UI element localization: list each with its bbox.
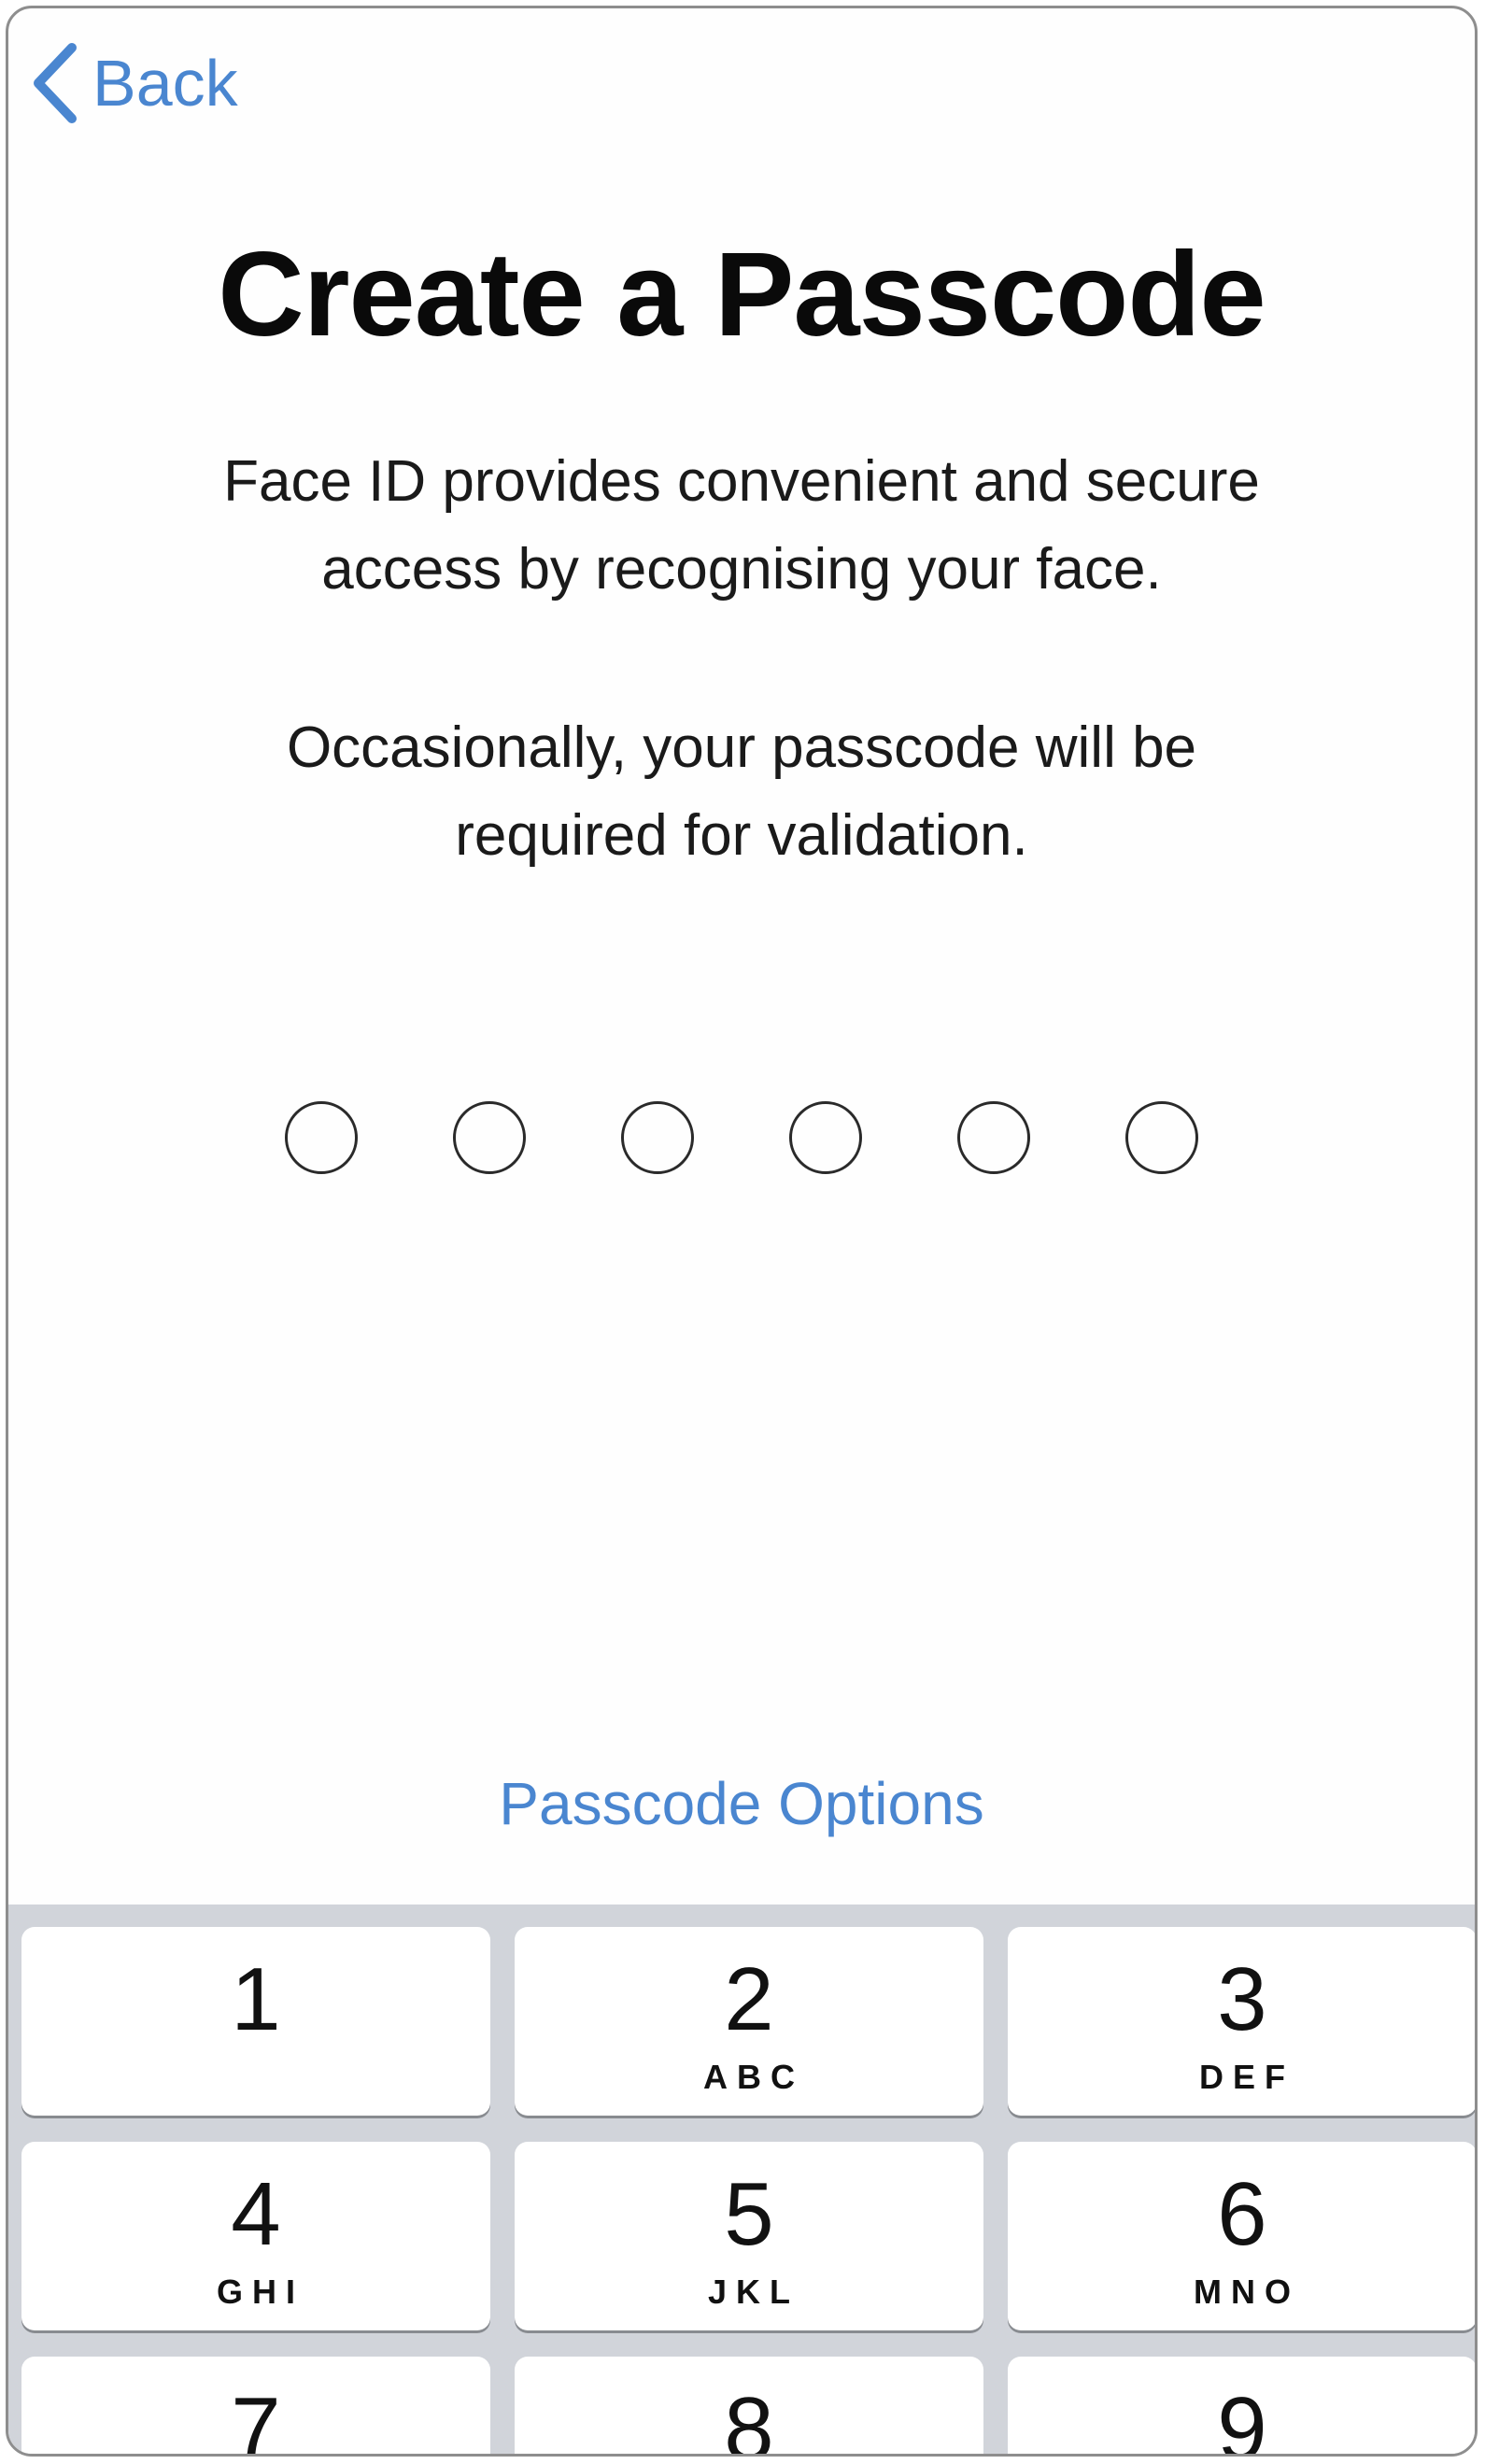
key-digit: 8 (724, 2379, 774, 2457)
passcode-dot (453, 1101, 526, 1174)
chevron-left-icon (29, 40, 85, 126)
description-validation: Occasionally, your passcode will be requ… (64, 704, 1419, 880)
key-digit: 1 (231, 1949, 281, 2049)
description-line: Occasionally, your passcode will be (286, 715, 1197, 780)
key-1[interactable]: 1 (21, 1927, 490, 2116)
passcode-dot (957, 1101, 1030, 1174)
numeric-keypad: 1 2 ABC 3 DEF 4 GHI 5 JKL 6 MNO 7 8 9 (8, 1905, 1475, 2457)
passcode-dot (1125, 1101, 1198, 1174)
passcode-dot (285, 1101, 358, 1174)
key-3[interactable]: 3 DEF (1008, 1927, 1475, 2116)
key-2[interactable]: 2 ABC (515, 1927, 983, 2116)
description-line: Face ID provides convenient and secure (223, 449, 1260, 514)
passcode-dot (789, 1101, 862, 1174)
key-8[interactable]: 8 (515, 2357, 983, 2457)
key-9[interactable]: 9 (1008, 2357, 1475, 2457)
description-face-id: Face ID provides convenient and secure a… (64, 438, 1419, 614)
back-button[interactable]: Back (29, 36, 238, 130)
page-title: Create a Passcode (218, 228, 1266, 361)
description-line: required for validation. (455, 803, 1028, 868)
key-letters: DEF (1199, 2058, 1294, 2096)
key-letters: ABC (703, 2058, 804, 2096)
key-letters: JKL (707, 2273, 799, 2311)
key-4[interactable]: 4 GHI (21, 2142, 490, 2330)
back-label: Back (92, 47, 238, 120)
key-digit: 5 (724, 2164, 774, 2264)
key-letters: GHI (216, 2273, 304, 2311)
key-6[interactable]: 6 MNO (1008, 2142, 1475, 2330)
key-digit: 4 (231, 2164, 281, 2264)
key-digit: 2 (724, 1949, 774, 2049)
device-screen: Back Create a Passcode Face ID provides … (6, 6, 1478, 2457)
key-digit: 7 (231, 2379, 281, 2457)
passcode-dots (8, 1101, 1475, 1174)
key-digit: 9 (1217, 2379, 1267, 2457)
key-letters: MNO (1194, 2273, 1300, 2311)
passcode-options-link[interactable]: Passcode Options (8, 1769, 1475, 1838)
passcode-dot (621, 1101, 694, 1174)
key-7[interactable]: 7 (21, 2357, 490, 2457)
key-5[interactable]: 5 JKL (515, 2142, 983, 2330)
key-digit: 6 (1217, 2164, 1267, 2264)
key-digit: 3 (1217, 1949, 1267, 2049)
description-line: access by recognising your face. (321, 537, 1162, 602)
